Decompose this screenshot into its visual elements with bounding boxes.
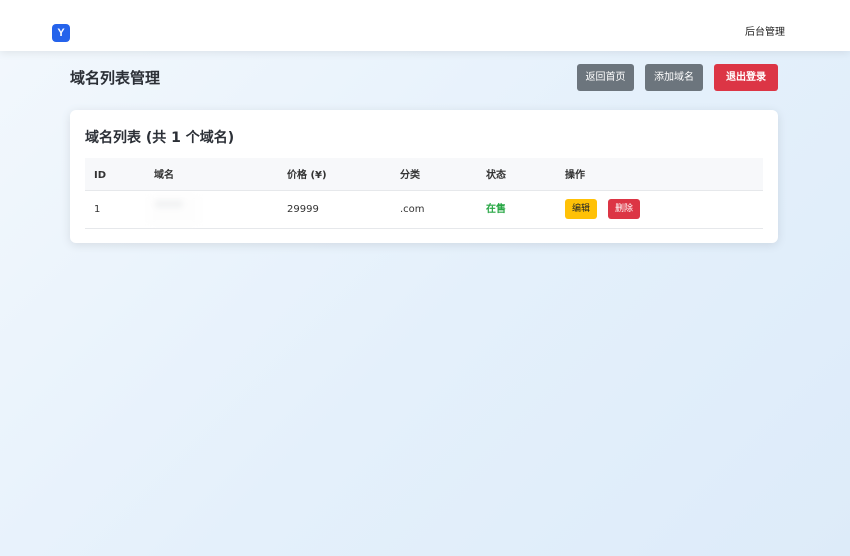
column-header-status: 状态	[486, 170, 506, 181]
column-header-actions: 操作	[565, 170, 585, 181]
column-header-price: 价格 (¥)	[287, 170, 327, 181]
delete-button[interactable]: 删除	[608, 199, 640, 219]
domain-table: ID 域名 价格 (¥) 分类 状态 操作 1 29999 .com 在售 编辑…	[85, 158, 763, 229]
add-domain-button[interactable]: 添加域名	[645, 64, 703, 91]
page-title: 域名列表管理	[70, 69, 161, 87]
cell-category: .com	[400, 204, 425, 215]
cell-id: 1	[94, 204, 101, 215]
top-navbar: Y 后台管理	[0, 0, 850, 51]
column-header-category: 分类	[400, 170, 420, 181]
cell-status-badge: 在售	[486, 204, 506, 215]
site-logo[interactable]: Y	[52, 24, 70, 42]
back-home-button[interactable]: 返回首页	[577, 64, 634, 91]
nav-admin-link[interactable]: 后台管理	[745, 27, 785, 39]
domain-list-card: 域名列表 (共 1 个域名) ID 域名 价格 (¥) 分类 状态 操作 1 2…	[70, 110, 778, 243]
table-header: ID 域名 价格 (¥) 分类 状态 操作	[85, 158, 763, 191]
logout-button[interactable]: 退出登录	[714, 64, 778, 91]
column-header-domain: 域名	[154, 170, 174, 181]
column-header-id: ID	[94, 170, 107, 181]
edit-button[interactable]: 编辑	[565, 199, 597, 219]
redacted-domain-cell	[149, 196, 199, 224]
cell-price: 29999	[287, 204, 319, 215]
card-title: 域名列表 (共 1 个域名)	[85, 130, 235, 146]
